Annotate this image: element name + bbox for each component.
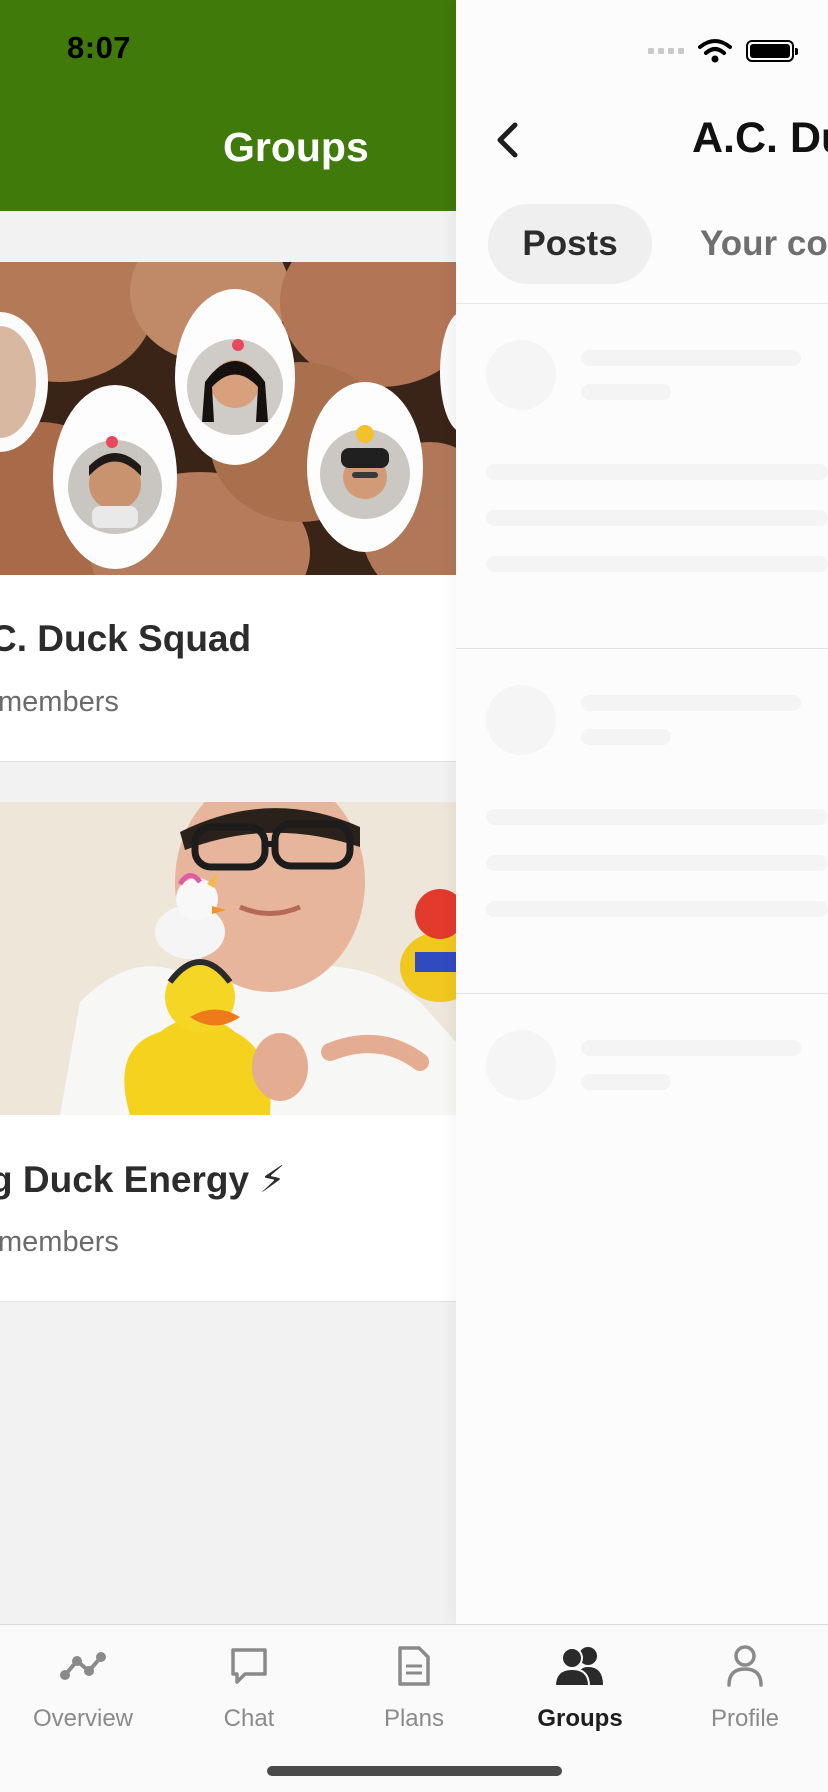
group-card[interactable]: g Duck Energy ⚡ members bbox=[0, 802, 456, 1302]
skeleton-line bbox=[581, 695, 801, 711]
group-title: A.C. Du bbox=[692, 114, 828, 162]
skeleton-line bbox=[486, 901, 828, 917]
skeleton-line bbox=[486, 510, 828, 526]
post-skeleton bbox=[456, 304, 828, 649]
group-member-count: members bbox=[0, 686, 119, 718]
page-title: Groups bbox=[223, 124, 369, 170]
tab-label: Plans bbox=[383, 1705, 445, 1732]
profile-icon bbox=[727, 1645, 763, 1687]
tab-overview[interactable]: Overview bbox=[13, 1641, 153, 1733]
skeleton-line bbox=[581, 384, 671, 400]
groups-screen: 8:07 Groups C. Duck Squad members g Duck… bbox=[0, 0, 456, 1624]
wifi-icon bbox=[698, 39, 732, 63]
skeleton-line bbox=[581, 729, 671, 745]
tab-chat[interactable]: Chat bbox=[179, 1641, 319, 1733]
group-member-count: members bbox=[0, 1226, 119, 1258]
group-cover-image bbox=[0, 802, 456, 1115]
skeleton-line bbox=[486, 809, 828, 825]
group-name: g Duck Energy ⚡ bbox=[0, 1159, 286, 1200]
plans-icon bbox=[398, 1646, 430, 1686]
tab-profile[interactable]: Profile bbox=[675, 1641, 815, 1733]
status-indicators bbox=[648, 38, 798, 64]
skeleton-avatar bbox=[486, 1030, 556, 1100]
tab-plans[interactable]: Plans bbox=[344, 1641, 484, 1733]
post-skeleton bbox=[456, 649, 828, 994]
tab-label: Chat bbox=[223, 1705, 275, 1732]
tab-your-content[interactable]: Your co bbox=[700, 204, 828, 284]
home-indicator[interactable] bbox=[267, 1766, 562, 1776]
app-screen: 8:07 Groups C. Duck Squad members g Duck… bbox=[0, 0, 828, 1792]
duck-photo bbox=[0, 802, 456, 1115]
skeleton-avatar bbox=[486, 685, 556, 755]
skeleton-line bbox=[486, 855, 828, 871]
groups-header: 8:07 Groups bbox=[0, 0, 456, 211]
chat-icon bbox=[231, 1648, 267, 1684]
chevron-left-icon bbox=[497, 122, 518, 158]
skeleton-line bbox=[486, 464, 828, 480]
post-skeleton bbox=[456, 994, 828, 1134]
groups-icon bbox=[554, 1647, 603, 1687]
skeleton-avatar bbox=[486, 340, 556, 410]
tab-posts[interactable]: Posts bbox=[488, 204, 652, 284]
group-card[interactable]: C. Duck Squad members bbox=[0, 262, 456, 762]
eggs-photo bbox=[0, 262, 456, 575]
tab-label: Profile bbox=[710, 1705, 780, 1732]
battery-icon bbox=[746, 40, 798, 62]
tab-groups[interactable]: Groups bbox=[510, 1641, 650, 1733]
status-time: 8:07 bbox=[67, 30, 132, 65]
skeleton-line bbox=[581, 1040, 801, 1056]
skeleton-line bbox=[581, 1074, 671, 1090]
overview-icon bbox=[60, 1652, 106, 1680]
cellular-signal-icon bbox=[648, 48, 684, 54]
back-button[interactable] bbox=[492, 120, 522, 160]
group-detail-screen: A.C. Du Posts Your co bbox=[456, 0, 828, 1624]
tab-label: Groups bbox=[537, 1705, 623, 1732]
skeleton-line bbox=[581, 350, 801, 366]
tab-label: Overview bbox=[32, 1705, 134, 1732]
skeleton-line bbox=[486, 556, 828, 572]
group-name: C. Duck Squad bbox=[0, 618, 252, 659]
group-cover-image bbox=[0, 262, 456, 575]
